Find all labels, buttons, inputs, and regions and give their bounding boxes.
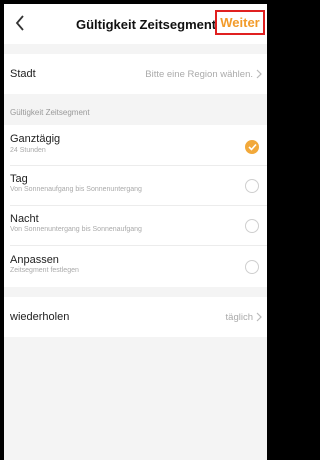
next-button[interactable]: Weiter <box>215 10 265 35</box>
screen: Gültigkeit Zeitsegment Weiter Stadt Bitt… <box>0 0 272 460</box>
option-night[interactable]: Nacht Von Sonnenuntergang bis Sonnenaufg… <box>4 206 267 245</box>
option-custom[interactable]: Anpassen Zeitsegment festlegen <box>4 246 267 287</box>
option-subtitle: Zeitsegment festlegen <box>10 267 79 274</box>
navigation-bar: Gültigkeit Zeitsegment Weiter <box>4 4 267 44</box>
option-subtitle: 24 Stunden <box>10 147 46 154</box>
option-title: Ganztägig <box>10 133 61 145</box>
city-label: Stadt <box>10 68 36 80</box>
back-button[interactable] <box>8 10 32 36</box>
chevron-left-icon <box>15 15 24 31</box>
radio-unselected[interactable] <box>245 219 259 233</box>
option-subtitle: Von Sonnenuntergang bis Sonnenaufgang <box>10 226 142 233</box>
chevron-right-icon <box>256 69 262 79</box>
time-segment-options: Ganztägig 24 Stunden Tag Von Sonnenaufga… <box>4 125 267 287</box>
radio-selected[interactable] <box>245 140 259 154</box>
repeat-row[interactable]: wiederholen täglich <box>4 297 267 337</box>
app-window: Gültigkeit Zeitsegment Weiter Stadt Bitt… <box>4 4 267 460</box>
city-row[interactable]: Stadt Bitte eine Region wählen. <box>4 54 267 94</box>
option-subtitle: Von Sonnenaufgang bis Sonnenuntergang <box>10 186 142 193</box>
option-title: Nacht <box>10 213 39 225</box>
page-title: Gültigkeit Zeitsegment <box>76 17 217 32</box>
option-title: Anpassen <box>10 254 59 266</box>
repeat-label: wiederholen <box>10 311 70 323</box>
section-header: Gültigkeit Zeitsegment <box>10 108 90 117</box>
radio-unselected[interactable] <box>245 179 259 193</box>
city-value: Bitte eine Region wählen. <box>145 69 253 80</box>
repeat-value: täglich <box>225 312 253 323</box>
chevron-right-icon <box>256 312 262 322</box>
radio-unselected[interactable] <box>245 260 259 274</box>
option-day[interactable]: Tag Von Sonnenaufgang bis Sonnenuntergan… <box>4 166 267 205</box>
option-all-day[interactable]: Ganztägig 24 Stunden <box>4 125 267 165</box>
option-title: Tag <box>10 173 28 185</box>
checkmark-icon <box>247 143 257 151</box>
